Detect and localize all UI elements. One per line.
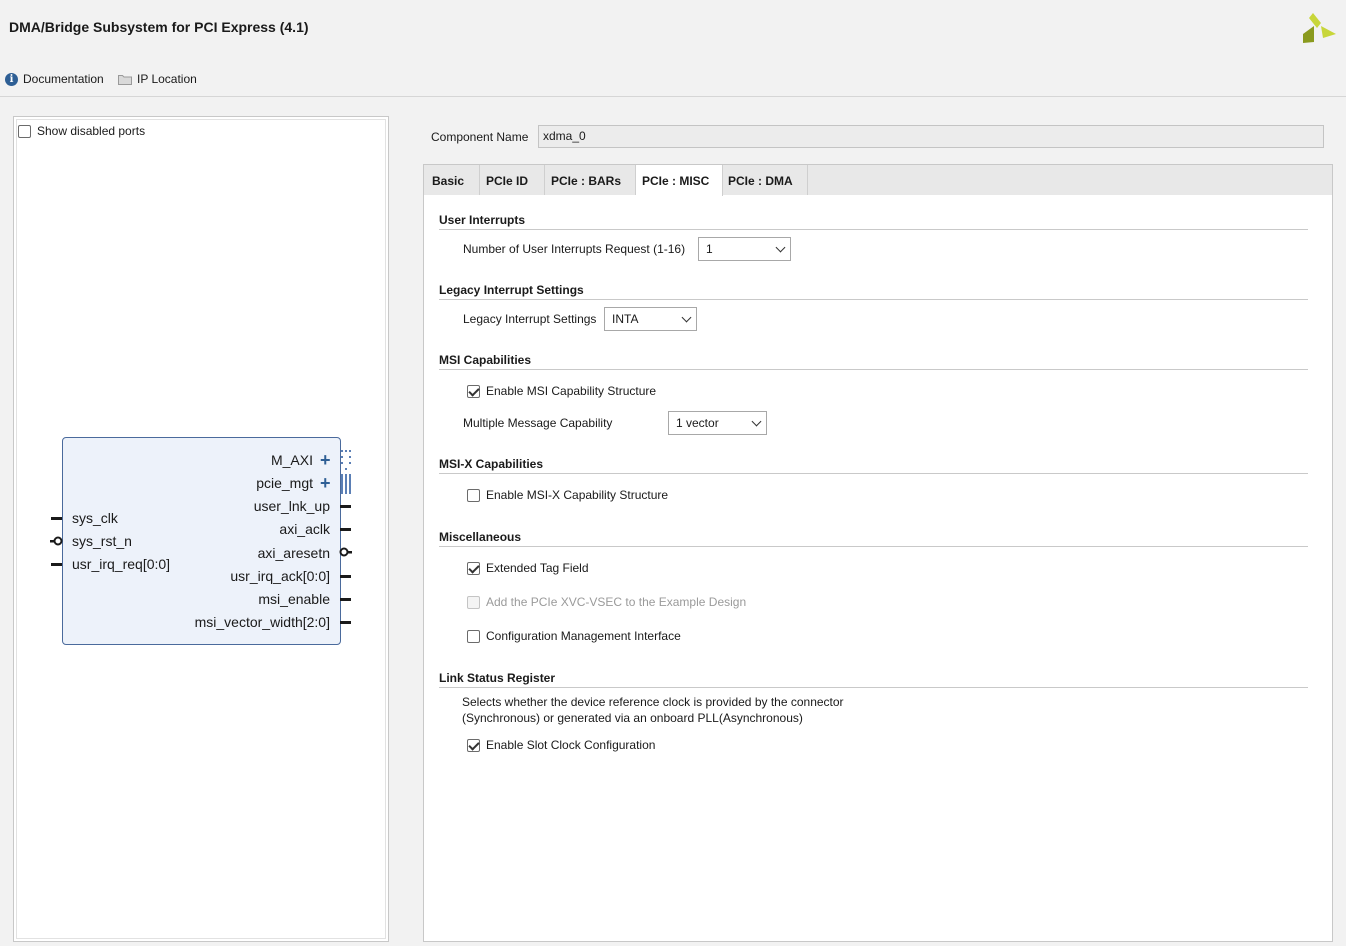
port-pin [340,505,351,508]
port-sys-clk: sys_clk [72,510,118,526]
documentation-button[interactable]: i Documentation [5,72,104,86]
legacy-interrupt-value: INTA [612,312,639,326]
section-msi-title: MSI Capabilities [439,353,532,367]
enable-msix-label: Enable MSI-X Capability Structure [486,488,669,502]
section-divider [439,687,1308,688]
enable-msix-checkbox[interactable]: Enable MSI-X Capability Structure [467,488,668,502]
chevron-down-icon [751,416,762,426]
enable-msix-box[interactable] [467,488,480,502]
xvc-vsec-label: Add the PCIe XVC-VSEC to the Example Des… [486,595,747,609]
bus-interface-icon [341,450,351,470]
multiple-message-capability-select[interactable]: 1 vector [668,411,767,435]
link-status-description-line1: Selects whether the device reference clo… [462,695,844,709]
port-pin [340,621,351,624]
legacy-interrupt-label: Legacy Interrupt Settings [463,312,597,326]
section-divider [439,369,1308,370]
tab-pcie-dma[interactable]: PCIe : DMA [723,165,808,195]
enable-msi-label: Enable MSI Capability Structure [486,384,657,398]
expand-plus-icon[interactable]: + [320,474,331,492]
xilinx-logo [1303,13,1336,43]
extended-tag-checkbox[interactable]: Extended Tag Field [467,561,589,575]
extended-tag-box[interactable] [467,561,480,575]
show-disabled-ports-checkbox[interactable]: Show disabled ports [18,124,145,138]
port-msi-enable: msi_enable [258,591,330,607]
enable-slot-clock-label: Enable Slot Clock Configuration [486,738,656,752]
port-msi-vector-width: msi_vector_width[2:0] [194,614,330,630]
component-name-input[interactable]: xdma_0 [538,125,1324,148]
port-pcie-mgt: pcie_mgt [256,475,313,491]
port-axi-aclk: axi_aclk [279,521,330,537]
port-user-lnk-up: user_lnk_up [253,498,330,514]
show-disabled-ports-box[interactable] [18,124,31,138]
section-legacy-title: Legacy Interrupt Settings [439,283,584,297]
port-usr-irq-req: usr_irq_req[0:0] [72,556,171,572]
port-sys-rst-n: sys_rst_n [72,533,132,549]
num-user-interrupts-value: 1 [706,242,713,256]
enable-slot-clock-box[interactable] [467,738,480,752]
active-low-bubble-icon [339,547,352,557]
section-divider [439,229,1308,230]
active-low-bubble-icon [50,536,63,546]
chevron-down-icon [681,312,692,322]
extended-tag-label: Extended Tag Field [486,561,589,575]
tab-bar: Basic PCIe ID PCIe : BARs PCIe : MISC PC… [424,165,1332,196]
component-name-label: Component Name [431,130,529,144]
section-divider [439,546,1308,547]
port-pin [340,575,351,578]
port-pin [51,563,62,566]
multiple-message-capability-label: Multiple Message Capability [463,416,613,430]
tab-basic[interactable]: Basic [424,165,480,195]
xvc-vsec-checkbox: Add the PCIe XVC-VSEC to the Example Des… [467,595,746,609]
documentation-label: Documentation [23,72,104,86]
toolbar-divider [0,96,1346,97]
bus-interface-icon [341,474,351,494]
port-pin [340,598,351,601]
enable-slot-clock-checkbox[interactable]: Enable Slot Clock Configuration [467,738,655,752]
port-pin [51,517,62,520]
tab-pcie-id[interactable]: PCIe ID [480,165,545,195]
expand-plus-icon[interactable]: + [320,451,331,469]
ip-location-button[interactable]: IP Location [118,72,197,86]
show-disabled-ports-label: Show disabled ports [37,124,146,138]
port-axi-aresetn: axi_aresetn [257,545,330,561]
section-misc-title: Miscellaneous [439,530,522,544]
num-user-interrupts-select[interactable]: 1 [698,237,791,261]
config-mgmt-interface-box[interactable] [467,629,480,643]
link-status-description-line2: (Synchronous) or generated via an onboar… [462,711,803,725]
num-user-interrupts-label: Number of User Interrupts Request (1-16) [463,242,686,256]
config-mgmt-interface-checkbox[interactable]: Configuration Management Interface [467,629,681,643]
section-link-status-title: Link Status Register [439,671,556,685]
tab-pcie-misc[interactable]: PCIe : MISC [636,165,723,196]
window-title: DMA/Bridge Subsystem for PCI Express (4.… [9,19,309,35]
xvc-vsec-box [467,595,480,609]
port-m-axi: M_AXI [270,452,313,468]
config-tabs: Basic PCIe ID PCIe : BARs PCIe : MISC PC… [423,164,1333,942]
config-mgmt-interface-label: Configuration Management Interface [486,629,681,643]
section-divider [439,299,1308,300]
port-pin [340,528,351,531]
chevron-down-icon [775,242,786,252]
section-user-interrupts-title: User Interrupts [439,213,526,227]
multiple-message-capability-value: 1 vector [676,416,719,430]
enable-msi-checkbox[interactable]: Enable MSI Capability Structure [467,384,656,398]
info-icon: i [5,72,18,86]
enable-msi-box[interactable] [467,384,480,398]
folder-icon [118,74,132,85]
port-usr-irq-ack: usr_irq_ack[0:0] [230,568,330,584]
legacy-interrupt-select[interactable]: INTA [604,307,697,331]
section-divider [439,473,1308,474]
ip-location-label: IP Location [137,72,197,86]
tab-pcie-bars[interactable]: PCIe : BARs [545,165,636,195]
section-msix-title: MSI-X Capabilities [439,457,544,471]
